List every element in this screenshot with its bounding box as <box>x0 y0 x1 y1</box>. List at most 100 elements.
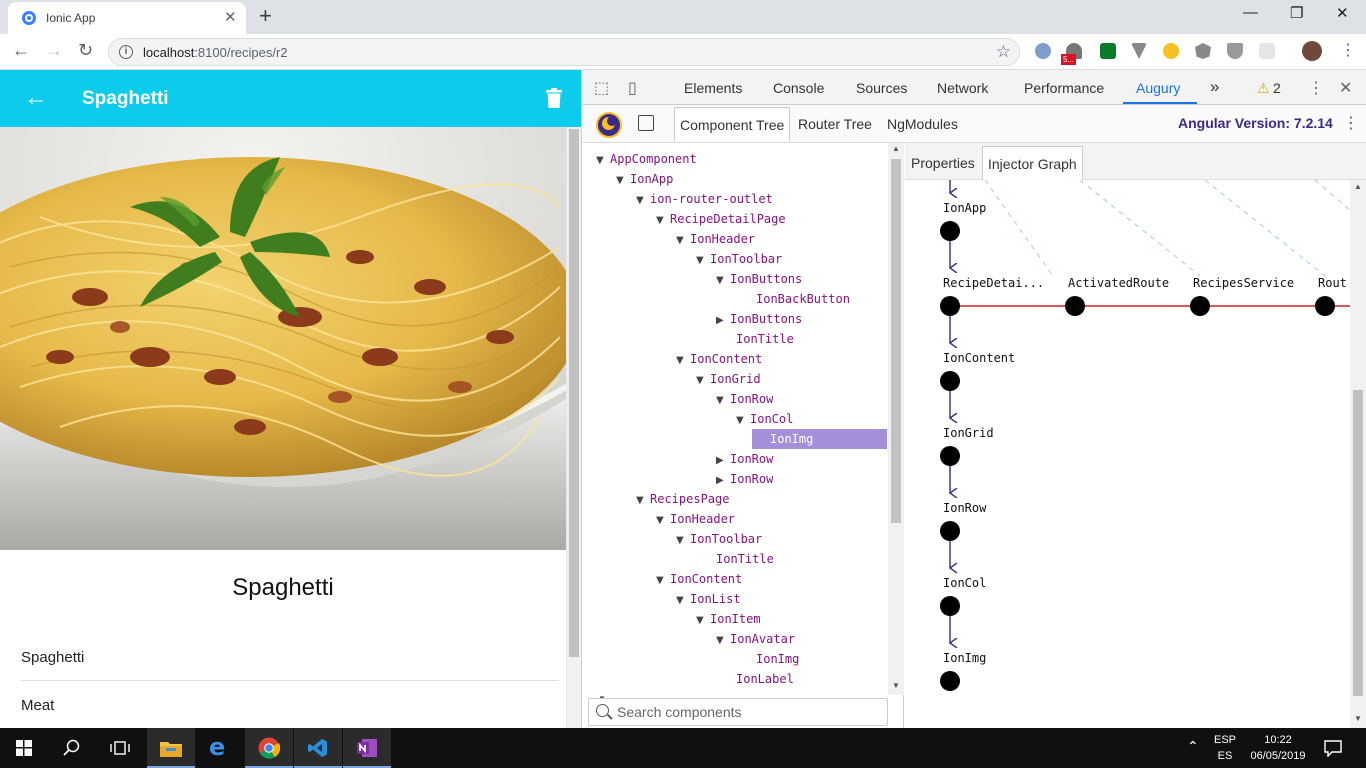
augury-menu-icon[interactable]: ⋮ <box>1343 113 1359 133</box>
subtab-component-tree[interactable]: Component Tree <box>674 107 791 141</box>
component-tree-node[interactable]: ▼ ion-router-outlet <box>636 189 773 209</box>
collapse-toggle-icon[interactable]: ▼ <box>676 531 690 551</box>
collapse-toggle-icon[interactable]: ▼ <box>596 151 610 171</box>
vscode-taskbar-item[interactable] <box>294 728 342 768</box>
expand-toggle-icon[interactable]: ▶ <box>716 471 730 491</box>
warning-count[interactable]: 2 <box>1273 80 1281 96</box>
collapse-toggle-icon[interactable]: ▼ <box>676 231 690 251</box>
browser-tab[interactable]: Ionic App ✕ <box>8 2 246 34</box>
site-info-icon[interactable]: i <box>119 45 133 59</box>
tree-scrollbar[interactable]: ▲ ▼ <box>888 143 904 695</box>
tab-performance[interactable]: Performance <box>1024 80 1104 96</box>
tab-properties[interactable]: Properties <box>906 146 980 180</box>
expand-toggle-icon[interactable]: ▶ <box>716 311 730 331</box>
injector-node[interactable] <box>940 296 960 316</box>
injector-node[interactable] <box>940 521 960 541</box>
collapse-toggle-icon[interactable]: ▼ <box>656 511 670 531</box>
close-window-icon[interactable]: ✕ <box>1336 4 1349 22</box>
component-tree-node[interactable]: ▼ IonHeader <box>656 509 735 529</box>
onenote-taskbar-item[interactable] <box>343 728 391 768</box>
component-tree-node[interactable]: ▶ IonButtons <box>716 309 802 329</box>
provider-node[interactable] <box>1190 296 1210 316</box>
select-component-icon[interactable] <box>638 115 654 131</box>
collapse-toggle-icon[interactable]: ▼ <box>676 591 690 611</box>
edge-taskbar-item[interactable]: e <box>196 728 244 768</box>
collapse-toggle-icon[interactable]: ▼ <box>696 371 710 391</box>
injector-node[interactable] <box>940 446 960 466</box>
chrome-menu-icon[interactable]: ⋮ <box>1340 40 1356 60</box>
extension-icon[interactable] <box>1259 43 1275 59</box>
tab-augury[interactable]: Augury <box>1136 80 1180 96</box>
task-view-icon[interactable] <box>110 739 130 757</box>
search-icon[interactable] <box>63 739 81 757</box>
collapse-toggle-icon[interactable]: ▼ <box>676 351 690 371</box>
collapse-toggle-icon[interactable]: ▼ <box>696 251 710 271</box>
trash-icon[interactable] <box>546 88 562 108</box>
component-tree-node[interactable]: IonTitle <box>696 549 774 569</box>
component-tree-node[interactable]: ▼ IonRow <box>716 389 773 409</box>
collapse-toggle-icon[interactable]: ▼ <box>696 611 710 631</box>
back-icon[interactable]: ← <box>12 40 30 61</box>
component-tree-node[interactable]: ▼ IonApp <box>616 169 673 189</box>
new-tab-icon[interactable]: + <box>259 3 272 29</box>
collapse-toggle-icon[interactable]: ▼ <box>716 631 730 651</box>
tab-elements[interactable]: Elements <box>684 80 742 96</box>
collapse-toggle-icon[interactable]: ▼ <box>636 491 650 511</box>
devtools-menu-icon[interactable]: ⋮ <box>1308 78 1324 98</box>
provider-node[interactable] <box>1065 296 1085 316</box>
tab-injector-graph[interactable]: Injector Graph <box>982 146 1083 180</box>
bookmark-star-icon[interactable]: ☆ <box>996 42 1011 62</box>
component-tree-node[interactable]: ▼ IonHeader <box>676 229 755 249</box>
subtab-router-tree[interactable]: Router Tree <box>798 116 872 132</box>
windows-start-icon[interactable] <box>16 740 32 756</box>
address-bar[interactable]: i localhost:8100/recipes/r2 ☆ <box>108 38 1020 66</box>
tab-console[interactable]: Console <box>773 80 824 96</box>
input-language[interactable]: ESP ES <box>1210 732 1240 764</box>
component-tree-node[interactable]: ▼ IonList <box>676 589 741 609</box>
injector-node[interactable] <box>940 221 960 241</box>
component-tree-node[interactable]: ▶ IonRow <box>716 469 773 489</box>
component-tree-node[interactable]: ▼ AppComponent <box>596 149 697 169</box>
component-tree-node[interactable]: ▼ IonContent <box>656 569 742 589</box>
component-tree-node[interactable]: IonBackButton <box>736 289 850 309</box>
forward-icon[interactable]: → <box>45 40 63 61</box>
component-tree-node[interactable]: ▼ IonButtons <box>716 269 802 289</box>
inspect-element-icon[interactable]: ⬚ <box>594 78 609 98</box>
minimize-icon[interactable]: — <box>1243 4 1258 21</box>
show-hidden-icons-icon[interactable]: ⌃ <box>1187 738 1199 755</box>
component-tree-node[interactable]: ▼ RecipeDetailPage <box>656 209 786 229</box>
graph-scrollbar[interactable]: ▲ ▼ <box>1350 180 1366 728</box>
injector-node[interactable] <box>940 671 960 691</box>
warning-icon[interactable]: ⚠ <box>1257 80 1270 97</box>
component-tree-node[interactable]: IonImg <box>736 649 799 669</box>
tab-network[interactable]: Network <box>937 80 988 96</box>
close-devtools-icon[interactable]: ✕ <box>1339 78 1352 98</box>
extension-icon[interactable] <box>1131 43 1147 59</box>
extension-icon[interactable] <box>1100 43 1116 59</box>
component-tree-node[interactable]: ▼ IonToolbar <box>696 249 782 269</box>
back-arrow-icon[interactable]: ← <box>24 84 48 112</box>
component-tree-node[interactable]: ▼ IonToolbar <box>676 529 762 549</box>
angular-extension-icon[interactable] <box>1195 43 1211 59</box>
injector-node[interactable] <box>940 371 960 391</box>
component-tree-node[interactable]: IonLabel <box>716 669 794 687</box>
expand-toggle-icon[interactable]: ▶ <box>716 451 730 471</box>
component-tree-node[interactable]: ▼ IonAvatar <box>716 629 795 649</box>
component-tree-node[interactable]: IonTitle <box>716 329 794 349</box>
component-tree-node[interactable]: ▼ RecipesPage <box>636 489 729 509</box>
profile-avatar[interactable] <box>1302 41 1322 61</box>
component-tree-node[interactable]: ▼ IonCol <box>736 409 793 429</box>
component-tree-node[interactable]: ▼ IonGrid <box>696 369 761 389</box>
collapse-toggle-icon[interactable]: ▼ <box>736 411 750 431</box>
augury-extension-icon[interactable] <box>1163 43 1179 59</box>
tab-sources[interactable]: Sources <box>856 80 907 96</box>
notifications-icon[interactable] <box>1324 739 1342 757</box>
app-scrollbar[interactable] <box>566 127 581 728</box>
component-tree-node[interactable]: ▶ IonRow <box>716 449 773 469</box>
file-explorer-taskbar-item[interactable] <box>147 728 195 768</box>
collapse-toggle-icon[interactable]: ▼ <box>656 211 670 231</box>
collapse-toggle-icon[interactable]: ▼ <box>636 191 650 211</box>
collapse-toggle-icon[interactable]: ▼ <box>716 391 730 411</box>
search-components-input[interactable] <box>617 703 879 721</box>
extension-icon[interactable] <box>1035 43 1051 59</box>
